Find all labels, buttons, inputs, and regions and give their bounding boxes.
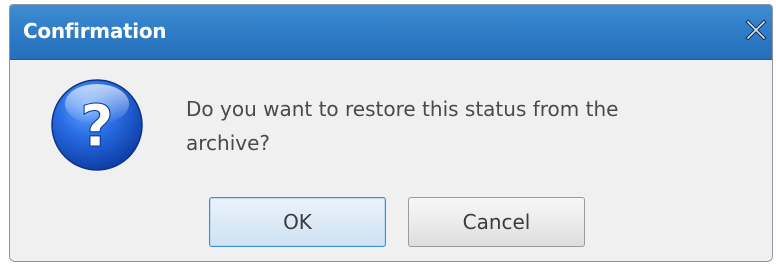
confirmation-dialog: Confirmation ? Do you want to restore th… (9, 4, 773, 262)
confirmation-message: Do you want to restore this status from … (186, 97, 619, 155)
dialog-title: Confirmation (23, 19, 167, 43)
ok-button[interactable]: OK (209, 197, 386, 247)
dialog-body: ? Do you want to restore this status fro… (10, 60, 772, 261)
question-icon: ? (48, 76, 146, 174)
cancel-button-label: Cancel (462, 210, 531, 234)
cancel-button[interactable]: Cancel (408, 197, 585, 247)
ok-button-label: OK (283, 210, 312, 234)
close-icon[interactable] (744, 17, 768, 43)
dialog-titlebar[interactable]: Confirmation (10, 5, 772, 60)
svg-text:?: ? (80, 92, 114, 160)
